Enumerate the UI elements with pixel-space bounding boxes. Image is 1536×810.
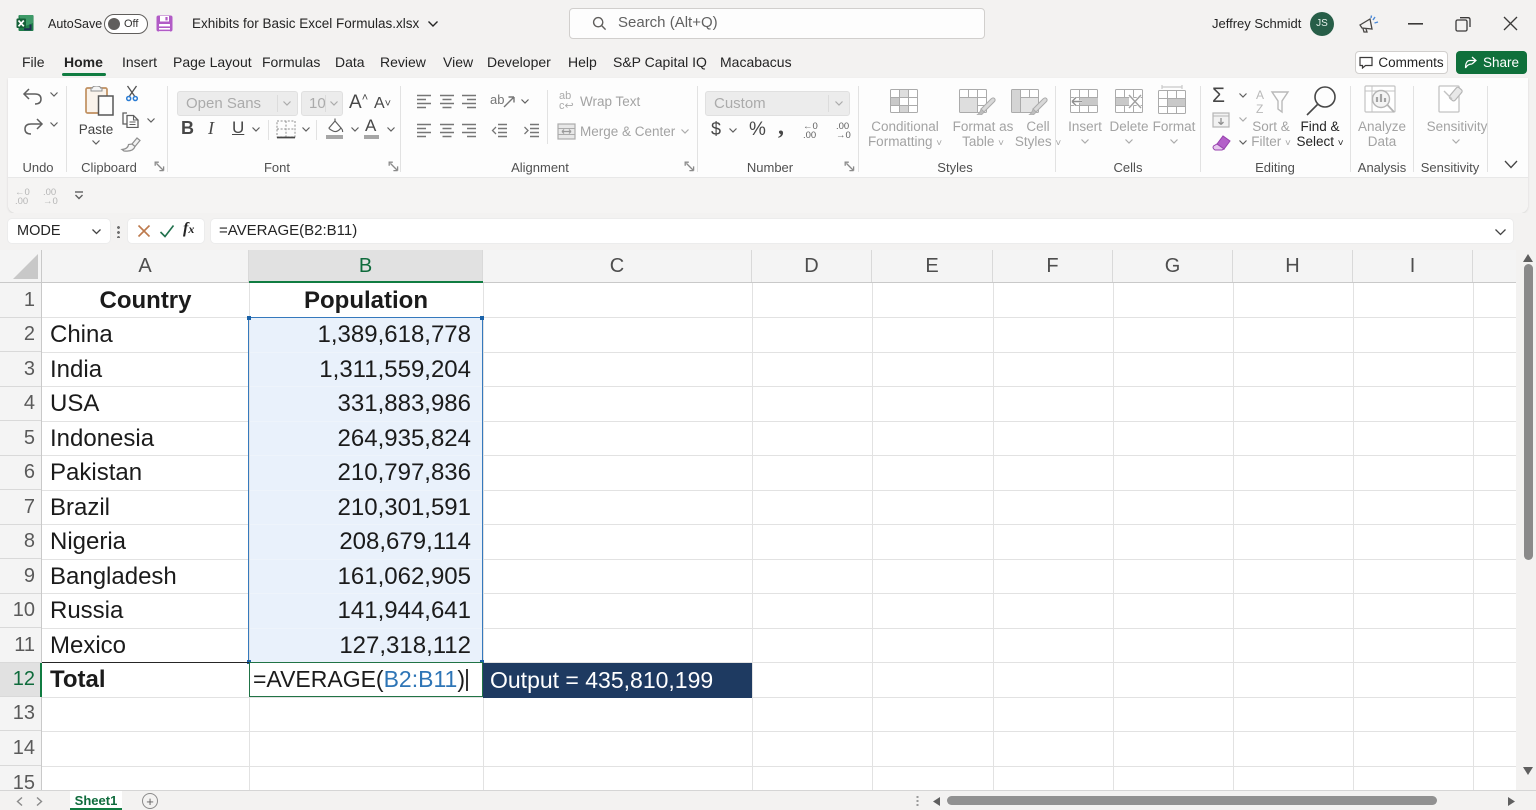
svg-text:Z: Z — [1256, 102, 1263, 116]
svg-text:A: A — [1256, 88, 1264, 102]
